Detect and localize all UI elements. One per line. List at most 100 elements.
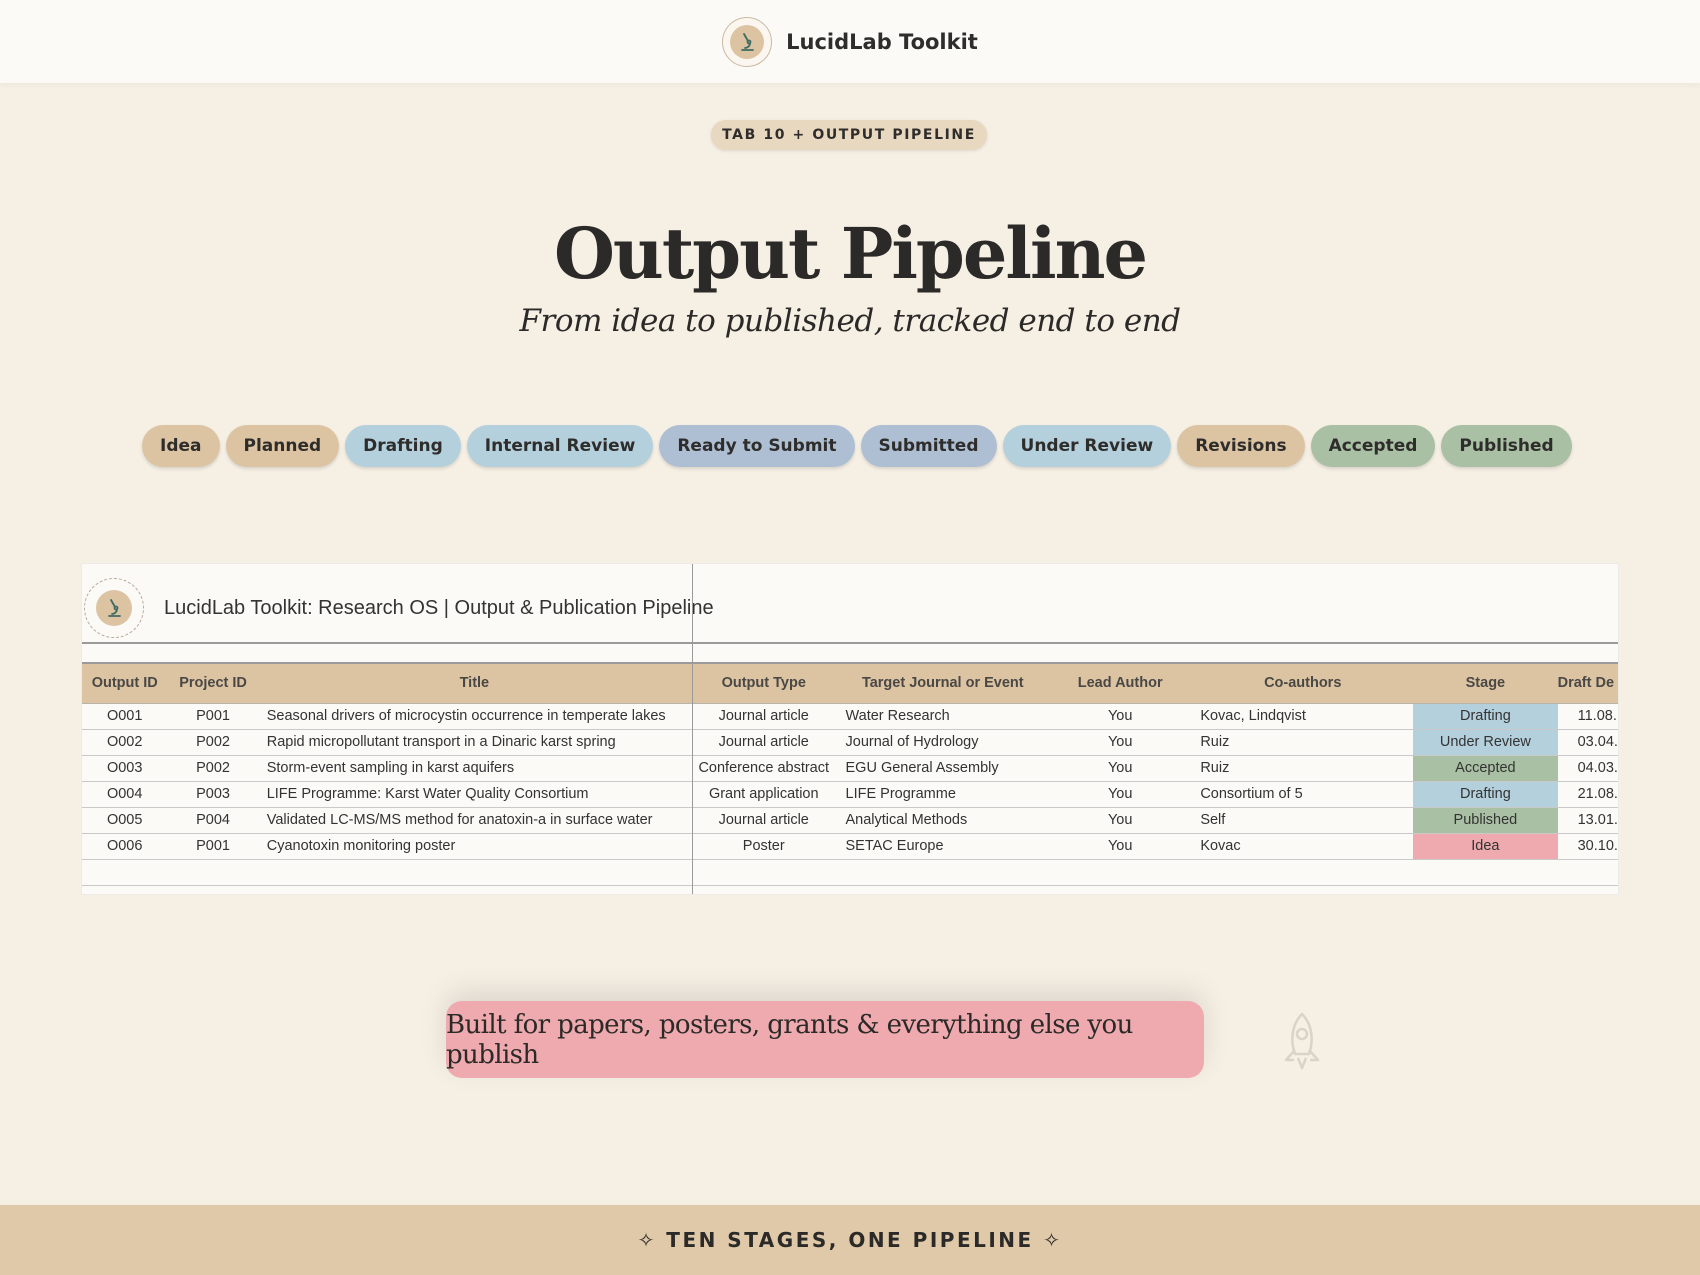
empty-cell[interactable] [167, 885, 259, 894]
column-header[interactable]: Output Type [690, 662, 838, 704]
empty-row[interactable] [82, 885, 1618, 894]
empty-cell[interactable] [1048, 885, 1193, 894]
empty-cell[interactable] [1192, 859, 1414, 886]
cell-coauthors[interactable]: Kovac, Lindqvist [1192, 703, 1414, 730]
cell-project-id[interactable]: P002 [167, 729, 259, 756]
cell-output-id[interactable]: O006 [82, 833, 168, 860]
cell-coauthors[interactable]: Consortium of 5 [1192, 781, 1414, 808]
cell-stage[interactable]: Under Review [1413, 729, 1558, 756]
cell-type[interactable]: Journal article [690, 703, 838, 730]
cell-stage[interactable]: Drafting [1413, 781, 1558, 808]
cell-draft[interactable]: 30.10. [1557, 833, 1618, 860]
empty-cell[interactable] [1413, 885, 1558, 894]
cell-target[interactable]: Analytical Methods [837, 807, 1049, 834]
cell-project-id[interactable]: P002 [167, 755, 259, 782]
cell-project-id[interactable]: P001 [167, 703, 259, 730]
cell-draft[interactable]: 21.08. [1557, 781, 1618, 808]
cell-output-id[interactable]: O002 [82, 729, 168, 756]
stage-chip-accepted[interactable]: Accepted [1310, 425, 1436, 467]
column-header[interactable]: Target Journal or Event [837, 662, 1049, 704]
empty-cell[interactable] [690, 885, 838, 894]
empty-cell[interactable] [82, 859, 168, 886]
stage-chip-published[interactable]: Published [1441, 425, 1572, 467]
cell-draft[interactable]: 13.01. [1557, 807, 1618, 834]
cell-target[interactable]: Journal of Hydrology [837, 729, 1049, 756]
cell-title[interactable]: Validated LC-MS/MS method for anatoxin-a… [258, 807, 690, 834]
cell-stage[interactable]: Accepted [1413, 755, 1558, 782]
cell-type[interactable]: Poster [690, 833, 838, 860]
stage-chip-planned[interactable]: Planned [225, 425, 340, 467]
table-row[interactable]: O001 P001 Seasonal drivers of microcystin … [82, 703, 1618, 730]
table-row[interactable]: O006 P001 Cyanotoxin monitoring poster Post… [82, 833, 1618, 860]
empty-row[interactable] [82, 859, 1618, 886]
cell-coauthors[interactable]: Self [1192, 807, 1414, 834]
cell-target[interactable]: LIFE Programme [837, 781, 1049, 808]
cell-draft[interactable]: 03.04. [1557, 729, 1618, 756]
table-row[interactable]: O005 P004 Validated LC-MS/MS method for an… [82, 807, 1618, 834]
cell-output-id[interactable]: O003 [82, 755, 168, 782]
stage-chip-ready-to-submit[interactable]: Ready to Submit [659, 425, 855, 467]
brand-logo[interactable] [722, 16, 773, 67]
cell-lead[interactable]: You [1048, 755, 1193, 782]
empty-cell[interactable] [258, 885, 690, 894]
cell-lead[interactable]: You [1048, 833, 1193, 860]
table-row[interactable]: O003 P002 Storm-event sampling in karst aq… [82, 755, 1618, 782]
cell-output-id[interactable]: O005 [82, 807, 168, 834]
table-row[interactable]: O004 P003 LIFE Programme: Karst Water Qual… [82, 781, 1618, 808]
column-header[interactable]: Stage [1413, 662, 1558, 704]
empty-cell[interactable] [1557, 885, 1618, 894]
stage-chip-revisions[interactable]: Revisions [1177, 425, 1305, 467]
cell-draft[interactable]: 04.03. [1557, 755, 1618, 782]
cell-draft[interactable]: 11.08. [1557, 703, 1618, 730]
stage-chip-drafting[interactable]: Drafting [345, 425, 461, 467]
stage-chip-submitted[interactable]: Submitted [860, 425, 997, 467]
cell-target[interactable]: EGU General Assembly [837, 755, 1049, 782]
stage-chip-under-review[interactable]: Under Review [1002, 425, 1172, 467]
cell-target[interactable]: SETAC Europe [837, 833, 1049, 860]
cell-coauthors[interactable]: Ruiz [1192, 755, 1414, 782]
cell-stage[interactable]: Idea [1413, 833, 1558, 860]
column-header[interactable]: Output ID [82, 662, 168, 704]
empty-cell[interactable] [258, 859, 690, 886]
cell-title[interactable]: LIFE Programme: Karst Water Quality Cons… [258, 781, 690, 808]
cell-target[interactable]: Water Research [837, 703, 1049, 730]
cell-stage[interactable]: Drafting [1413, 703, 1558, 730]
cell-output-id[interactable]: O004 [82, 781, 168, 808]
column-header[interactable]: Title [258, 662, 690, 704]
empty-cell[interactable] [82, 885, 168, 894]
cell-project-id[interactable]: P003 [167, 781, 259, 808]
column-header[interactable]: Project ID [167, 662, 259, 704]
empty-cell[interactable] [837, 885, 1049, 894]
cell-type[interactable]: Journal article [690, 807, 838, 834]
cell-type[interactable]: Journal article [690, 729, 838, 756]
cell-type[interactable]: Conference abstract [690, 755, 838, 782]
cell-coauthors[interactable]: Kovac [1192, 833, 1414, 860]
cell-type[interactable]: Grant application [690, 781, 838, 808]
cell-title[interactable]: Seasonal drivers of microcystin occurren… [258, 703, 690, 730]
cell-project-id[interactable]: P004 [167, 807, 259, 834]
cell-title[interactable]: Storm-event sampling in karst aquifers [258, 755, 690, 782]
empty-cell[interactable] [1192, 885, 1414, 894]
cell-title[interactable]: Rapid micropollutant transport in a Dina… [258, 729, 690, 756]
empty-cell[interactable] [1557, 859, 1618, 886]
cell-output-id[interactable]: O001 [82, 703, 168, 730]
cell-coauthors[interactable]: Ruiz [1192, 729, 1414, 756]
cell-title[interactable]: Cyanotoxin monitoring poster [258, 833, 690, 860]
empty-cell[interactable] [167, 859, 259, 886]
cell-stage[interactable]: Published [1413, 807, 1558, 834]
stage-chip-internal-review[interactable]: Internal Review [466, 425, 654, 467]
column-header[interactable]: Lead Author [1048, 662, 1193, 704]
table-row[interactable]: O002 P002 Rapid micropollutant transport i… [82, 729, 1618, 756]
cell-lead[interactable]: You [1048, 729, 1193, 756]
empty-cell[interactable] [837, 859, 1049, 886]
empty-cell[interactable] [690, 859, 838, 886]
cell-lead[interactable]: You [1048, 807, 1193, 834]
column-header[interactable]: Draft De [1557, 662, 1618, 704]
empty-cell[interactable] [1048, 859, 1193, 886]
cell-lead[interactable]: You [1048, 703, 1193, 730]
stage-chip-idea[interactable]: Idea [142, 425, 220, 467]
column-header[interactable]: Co-authors [1192, 662, 1414, 704]
cell-project-id[interactable]: P001 [167, 833, 259, 860]
cell-lead[interactable]: You [1048, 781, 1193, 808]
empty-cell[interactable] [1413, 859, 1558, 886]
